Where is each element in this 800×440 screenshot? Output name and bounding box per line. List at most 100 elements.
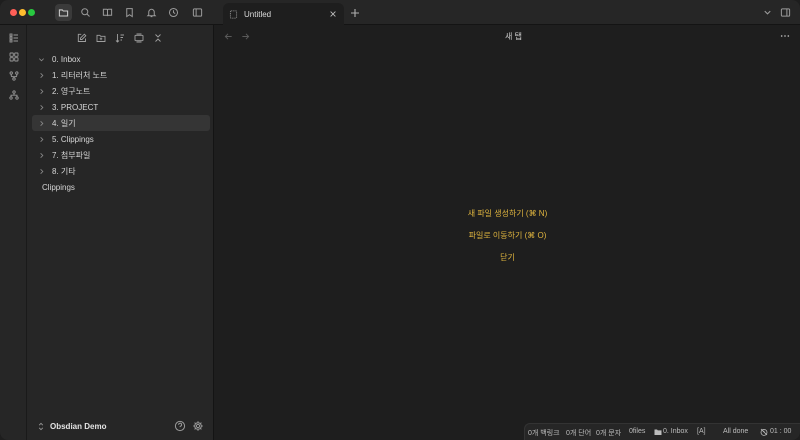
tree-item-diary[interactable]: 4. 일기: [32, 115, 210, 131]
tree-item-label: 8. 기타: [52, 166, 76, 176]
tab-label: Untitled: [244, 9, 272, 19]
tree-item-clippings[interactable]: Clippings: [32, 179, 210, 195]
more-horizontal-icon: [780, 34, 789, 37]
chevron-right-icon: [37, 167, 46, 176]
search-button[interactable]: [77, 4, 94, 21]
tab-list-button[interactable]: [759, 4, 776, 21]
chevron-right-icon: [37, 135, 46, 144]
canvas-button[interactable]: [7, 50, 20, 63]
notifications-button[interactable]: [143, 4, 160, 21]
help-circle-icon: [174, 420, 186, 432]
new-note-button[interactable]: [75, 31, 88, 44]
chevron-right-icon: [37, 87, 46, 96]
clock-icon: [168, 7, 179, 18]
tree-item-label: 4. 일기: [52, 118, 76, 128]
ribbon: [0, 25, 27, 440]
minimize-window-button[interactable]: [19, 9, 26, 16]
chevrons-collapse-icon: [154, 33, 161, 42]
tree-item-literature[interactable]: 1. 리터러처 노트: [32, 67, 210, 83]
tree-item-label: 3. PROJECT: [52, 102, 99, 112]
tree-item-clippings-folder[interactable]: 5. Clippings: [32, 131, 210, 147]
auto-reveal-button[interactable]: [132, 31, 145, 44]
plus-icon: [350, 8, 359, 17]
tree-item-inbox[interactable]: 0. Inbox: [32, 51, 210, 67]
tree-item-label: Clippings: [42, 182, 75, 192]
close-tab-link[interactable]: 닫기: [215, 252, 800, 263]
chevron-right-icon: [37, 103, 46, 112]
vault-name[interactable]: Obsdian Demo: [50, 422, 106, 431]
settings-button[interactable]: [192, 420, 204, 432]
close-icon: [329, 10, 336, 17]
file-tree: 0. Inbox 1. 리터러처 노트 2. 영구노트 3. PROJECT 4…: [32, 51, 210, 195]
folder-icon: [58, 9, 69, 17]
file-explorer-sidebar: 0. Inbox 1. 리터러처 노트 2. 영구노트 3. PROJECT 4…: [27, 25, 214, 440]
folder-icon: [654, 428, 662, 436]
chevron-right-icon: [37, 119, 46, 128]
view-title: 새 탭: [505, 32, 522, 41]
timer[interactable]: 01 : 00: [770, 428, 791, 435]
sort-button[interactable]: [113, 31, 126, 44]
sort-icon: [115, 33, 124, 43]
chevron-right-icon: [37, 71, 46, 80]
app-window: Untitled 0. Inbox 1. 리터러처 노트 2. 영구노트 3. …: [0, 0, 800, 440]
tab-untitled[interactable]: Untitled: [223, 3, 344, 25]
go-to-file-link[interactable]: 파일로 이동하기 (⌘ O): [215, 230, 800, 241]
tree-item-attachments[interactable]: 7. 첨부파일: [32, 147, 210, 163]
editor-mode[interactable]: [A]: [697, 428, 706, 435]
close-window-button[interactable]: [10, 9, 17, 16]
toggle-right-sidebar-button[interactable]: [777, 4, 794, 21]
new-folder-button[interactable]: [94, 31, 107, 44]
tree-item-etc[interactable]: 8. 기타: [32, 163, 210, 179]
tree-item-label: 0. Inbox: [52, 54, 81, 64]
chevron-down-icon: [764, 10, 771, 15]
more-options-button[interactable]: [778, 29, 791, 42]
network-icon: [8, 89, 19, 100]
tree-item-label: 2. 영구노트: [52, 86, 91, 96]
title-bar: Untitled: [0, 0, 800, 25]
zoom-window-button[interactable]: [28, 9, 35, 16]
create-new-file-link[interactable]: 새 파일 생성하기 (⌘ N): [215, 208, 800, 219]
tree-item-project[interactable]: 3. PROJECT: [32, 99, 210, 115]
word-count: 0개 단어: [566, 430, 592, 437]
tree-item-label: 7. 첨부파일: [52, 150, 91, 160]
timer-off-icon: [760, 428, 768, 436]
search-icon: [81, 8, 90, 17]
current-folder[interactable]: 0. Inbox: [663, 428, 688, 435]
chevron-down-icon: [37, 55, 46, 64]
list-icon: [9, 33, 18, 42]
outline-button[interactable]: [7, 31, 20, 44]
layout-grid-icon: [9, 52, 18, 61]
bookmark-icon: [126, 8, 133, 18]
tree-item-label: 5. Clippings: [52, 134, 94, 144]
status-bar: 0개 백링크 0개 단어 0개 문자 0files 0. Inbox [A] A…: [524, 423, 800, 440]
chevron-right-icon: [37, 151, 46, 160]
sidebar-left-icon: [192, 8, 203, 17]
file-count: 0files: [629, 428, 646, 435]
toggle-sidebar-button[interactable]: [189, 4, 206, 21]
panel-icon: [134, 33, 143, 42]
git-fork-icon: [9, 70, 18, 81]
folder-plus-icon: [96, 34, 105, 42]
main-view: 새 탭 새 파일 생성하기 (⌘ N) 파일로 이동하기 (⌘ O) 닫기: [215, 25, 800, 440]
file-explorer-button[interactable]: [55, 4, 72, 21]
tree-item-label: 1. 리터러처 노트: [52, 70, 108, 80]
gear-icon: [193, 421, 203, 431]
book-open-icon: [102, 8, 113, 17]
tree-item-permanent[interactable]: 2. 영구노트: [32, 83, 210, 99]
help-button[interactable]: [174, 420, 186, 432]
collapse-all-button[interactable]: [151, 31, 164, 44]
graph-view-button[interactable]: [7, 69, 20, 82]
sync-status[interactable]: All done: [723, 428, 748, 435]
vault-bar: Obsdian Demo: [27, 413, 214, 440]
recent-files-button[interactable]: [165, 4, 182, 21]
close-tab-button[interactable]: [327, 8, 338, 19]
hierarchy-button[interactable]: [7, 88, 20, 101]
edit-icon: [77, 33, 86, 42]
chevron-updown-icon[interactable]: [37, 422, 45, 431]
bookmark-button[interactable]: [121, 4, 138, 21]
new-tab-button[interactable]: [348, 6, 361, 19]
bell-icon: [146, 8, 157, 18]
bookmarks-button[interactable]: [99, 4, 116, 21]
backlinks-count[interactable]: 0개 백링크: [528, 428, 560, 438]
sidebar-right-icon: [780, 8, 791, 17]
